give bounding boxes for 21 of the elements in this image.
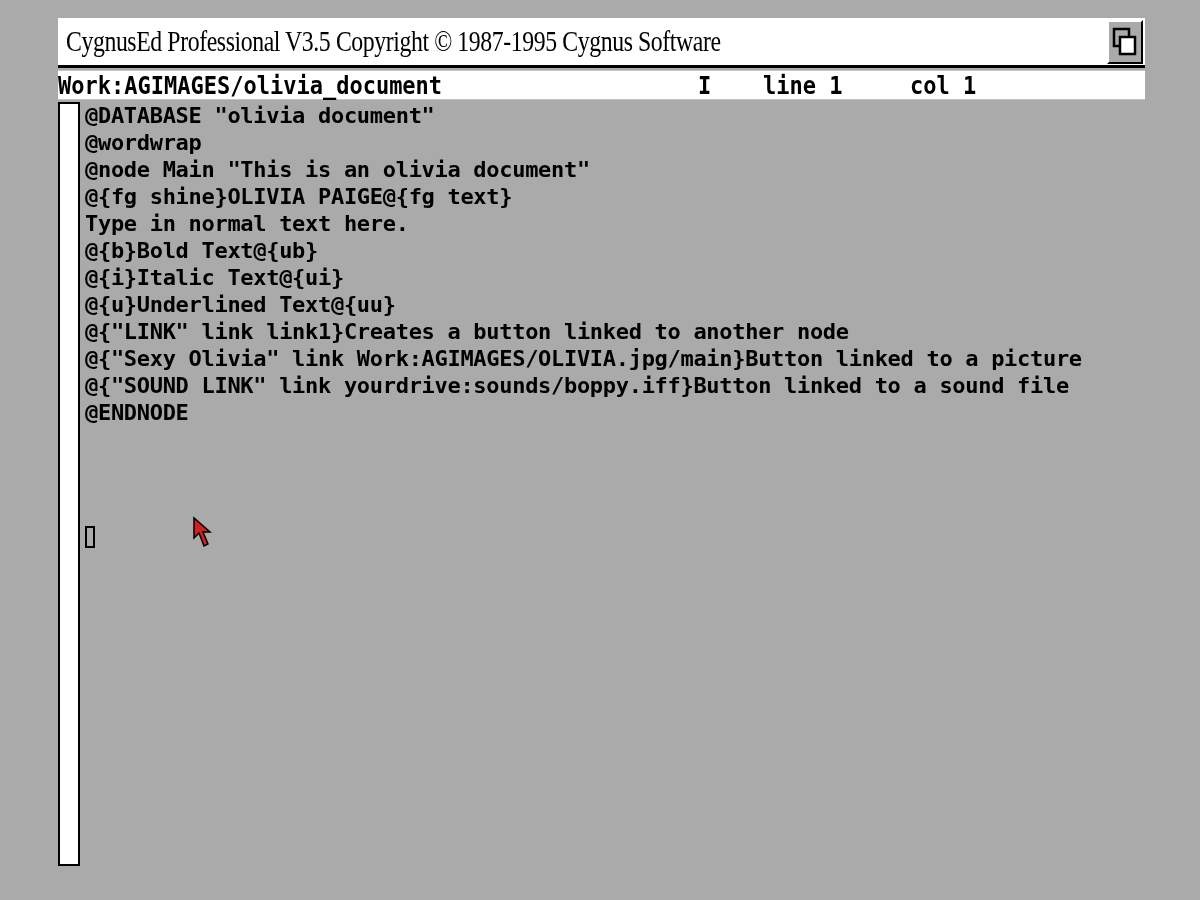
depth-gadget[interactable] (1107, 19, 1143, 64)
code-line: @wordwrap (85, 129, 202, 156)
code-line: @node Main "This is an olivia document" (85, 156, 590, 183)
window-title: CygnusEd Professional V3.5 Copyright © 1987-1995 Cygnus Software (66, 25, 721, 58)
code-line: @{fg shine}OLIVIA PAIGE@{fg text} (85, 183, 513, 210)
code-line: @{"SOUND LINK" link yourdrive:sounds/boppy.iff}Button linked to a sound file (85, 372, 1069, 399)
scrollbar[interactable] (58, 102, 80, 866)
mouse-pointer-icon (192, 516, 214, 550)
text-cursor (85, 526, 95, 548)
code-line: @{"Sexy Olivia" link Work:AGIMAGES/OLIVIA.jpg/main}Button linked to a picture (85, 345, 1082, 372)
code-line: Type in normal text here. (85, 210, 409, 237)
code-line: @ENDNODE (85, 399, 189, 426)
code-line: @{u}Underlined Text@{uu} (85, 291, 396, 318)
line-number: line 1 (763, 71, 844, 99)
insert-mode: I (698, 71, 713, 99)
code-line: @{b}Bold Text@{ub} (85, 237, 318, 264)
file-path: Work:AGIMAGES/olivia_document (58, 71, 444, 99)
code-line: @{"LINK" link link1}Creates a button linked to another node (85, 318, 849, 345)
code-line: @{i}Italic Text@{ui} (85, 264, 344, 291)
code-line: @DATABASE "olivia document" (85, 102, 435, 129)
column-number: col 1 (910, 71, 978, 99)
